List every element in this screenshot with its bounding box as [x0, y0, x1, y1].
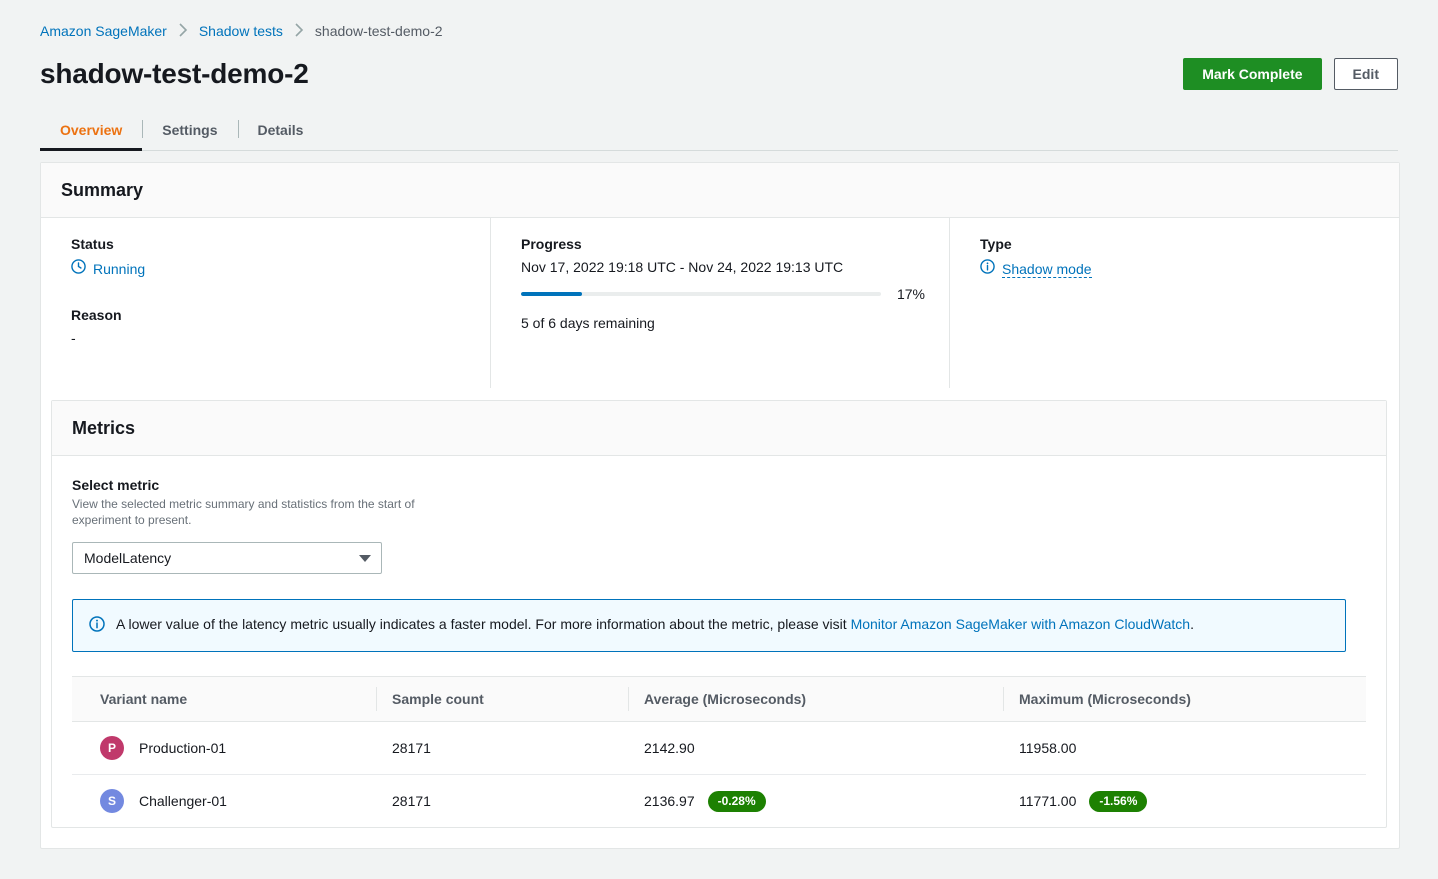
select-metric-value: ModelLatency — [84, 550, 171, 566]
shadow-test-detail-page: Amazon SageMaker Shadow tests shadow-tes… — [0, 0, 1438, 879]
summary-column-progress: Progress Nov 17, 2022 19:18 UTC - Nov 24… — [490, 218, 949, 388]
alert-message: A lower value of the latency metric usua… — [116, 614, 1194, 634]
breadcrumb-separator-icon — [294, 23, 304, 37]
breadcrumb-item-current: shadow-test-demo-2 — [315, 23, 443, 39]
summary-columns: Status Running Reason - Progress — [41, 218, 1399, 388]
metrics-table-container: Variant name Sample count Average (Micro… — [72, 676, 1366, 827]
progress-bar — [521, 292, 881, 296]
page-header: shadow-test-demo-2 Mark Complete Edit — [0, 40, 1438, 92]
edit-button[interactable]: Edit — [1334, 58, 1398, 90]
cell-sample-count: 28171 — [392, 775, 644, 828]
select-metric-description: View the selected metric summary and sta… — [72, 496, 442, 528]
summary-column-type: Type Shadow mode — [949, 218, 1399, 388]
select-metric-label: Select metric — [72, 476, 1366, 494]
tabs-container: Overview Settings Details — [0, 92, 1438, 151]
metrics-card-header: Metrics — [52, 401, 1386, 456]
progress-remaining: 5 of 6 days remaining — [521, 315, 925, 331]
type-value-row: Shadow mode — [980, 259, 1375, 279]
average-delta-badge: -0.28% — [708, 791, 766, 812]
maximum-value: 11958.00 — [1019, 740, 1076, 756]
tab-settings[interactable]: Settings — [142, 114, 237, 150]
breadcrumb-item-amazon-sagemaker[interactable]: Amazon SageMaker — [40, 23, 167, 39]
progress-bar-fill — [521, 292, 582, 296]
cell-maximum: 11958.00 — [1019, 722, 1366, 775]
column-header-average: Average (Microseconds) — [644, 677, 1019, 722]
reason-value: - — [71, 330, 466, 346]
maximum-delta-badge: -1.56% — [1089, 791, 1147, 812]
cloudwatch-doc-link[interactable]: Monitor Amazon SageMaker with Amazon Clo… — [851, 616, 1191, 632]
avatar: S — [100, 789, 124, 813]
metrics-table-head: Variant name Sample count Average (Micro… — [72, 677, 1366, 722]
latency-info-alert: A lower value of the latency metric usua… — [72, 599, 1346, 652]
info-icon — [980, 259, 995, 279]
alert-text-before: A lower value of the latency metric usua… — [116, 616, 851, 632]
cell-average: 2136.97 -0.28% — [644, 775, 1019, 828]
maximum-value: 11771.00 — [1019, 793, 1076, 809]
tab-overview[interactable]: Overview — [40, 114, 142, 150]
maximum-value-group: 11771.00 -1.56% — [1019, 791, 1350, 812]
summary-card: Summary Status Running Reason - — [40, 162, 1400, 849]
select-metric-dropdown[interactable]: ModelLatency — [72, 542, 382, 574]
breadcrumb-item-shadow-tests[interactable]: Shadow tests — [199, 23, 283, 39]
breadcrumb-separator-icon — [178, 23, 188, 37]
reason-label: Reason — [71, 307, 466, 323]
progress-percent: 17% — [897, 286, 925, 302]
column-header-sample-count: Sample count — [392, 677, 644, 722]
chevron-down-icon — [359, 555, 371, 562]
status-label: Status — [71, 236, 466, 252]
metrics-card: Metrics Select metric View the selected … — [51, 400, 1387, 828]
header-actions: Mark Complete Edit — [1183, 58, 1398, 90]
metrics-card-body: Select metric View the selected metric s… — [52, 456, 1386, 827]
variant-name-text: Challenger-01 — [139, 793, 227, 809]
shadow-mode-tooltip-trigger[interactable]: Shadow mode — [1002, 261, 1092, 278]
progress-bar-row: 17% — [521, 286, 925, 302]
variant-identity: P Production-01 — [100, 736, 376, 760]
tab-details[interactable]: Details — [238, 114, 324, 150]
column-header-maximum: Maximum (Microseconds) — [1019, 677, 1366, 722]
progress-label: Progress — [521, 236, 925, 252]
average-value-group: 2136.97 -0.28% — [644, 791, 1003, 812]
metrics-table: Variant name Sample count Average (Micro… — [72, 676, 1366, 827]
maximum-value-group: 11958.00 — [1019, 740, 1350, 756]
variant-identity: S Challenger-01 — [100, 789, 376, 813]
status-value: Running — [93, 261, 145, 277]
column-header-variant-name: Variant name — [72, 677, 392, 722]
cell-average: 2142.90 — [644, 722, 1019, 775]
progress-date-range: Nov 17, 2022 19:18 UTC - Nov 24, 2022 19… — [521, 259, 925, 275]
alert-text-after: . — [1190, 616, 1194, 632]
mark-complete-button[interactable]: Mark Complete — [1183, 58, 1321, 90]
page-title: shadow-test-demo-2 — [40, 56, 309, 92]
summary-column-status: Status Running Reason - — [41, 218, 490, 388]
average-value-group: 2142.90 — [644, 740, 1003, 756]
table-row: S Challenger-01 28171 2136.97 -0.28% — [72, 775, 1366, 828]
metrics-title: Metrics — [72, 417, 1366, 439]
avatar: P — [100, 736, 124, 760]
spacer — [71, 279, 466, 307]
status-badge: Running — [71, 259, 466, 279]
summary-title: Summary — [61, 179, 1379, 201]
table-header-row: Variant name Sample count Average (Micro… — [72, 677, 1366, 722]
clock-icon — [71, 259, 86, 279]
average-value: 2142.90 — [644, 740, 695, 756]
average-value: 2136.97 — [644, 793, 695, 809]
cell-maximum: 11771.00 -1.56% — [1019, 775, 1366, 828]
info-icon — [89, 616, 105, 637]
tab-list: Overview Settings Details — [40, 114, 1398, 151]
metrics-table-body: P Production-01 28171 2142.90 — [72, 722, 1366, 828]
type-label: Type — [980, 236, 1375, 252]
breadcrumb: Amazon SageMaker Shadow tests shadow-tes… — [0, 0, 1438, 40]
cell-variant-name: P Production-01 — [72, 722, 392, 775]
cell-variant-name: S Challenger-01 — [72, 775, 392, 828]
table-row: P Production-01 28171 2142.90 — [72, 722, 1366, 775]
summary-card-header: Summary — [41, 163, 1399, 218]
cell-sample-count: 28171 — [392, 722, 644, 775]
variant-name-text: Production-01 — [139, 740, 226, 756]
